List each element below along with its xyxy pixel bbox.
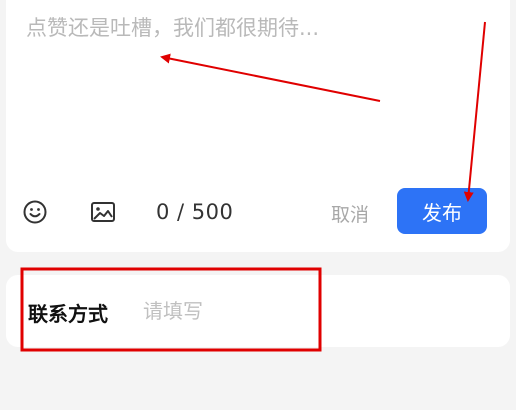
character-counter: 0 / 500 — [156, 200, 234, 224]
image-icon — [91, 202, 115, 222]
cancel-button[interactable]: 取消 — [331, 200, 369, 227]
contact-input[interactable] — [143, 295, 473, 327]
emoji-icon — [23, 200, 47, 224]
contact-card: 联系方式 — [6, 275, 510, 347]
comment-toolbar: 0 / 500 取消 发布 — [6, 188, 510, 236]
contact-label: 联系方式 — [28, 302, 108, 326]
image-button[interactable] — [89, 198, 117, 226]
publish-button[interactable]: 发布 — [397, 188, 487, 234]
comment-textarea[interactable] — [26, 12, 466, 162]
emoji-button[interactable] — [21, 198, 49, 226]
comment-card: 0 / 500 取消 发布 — [6, 0, 510, 252]
